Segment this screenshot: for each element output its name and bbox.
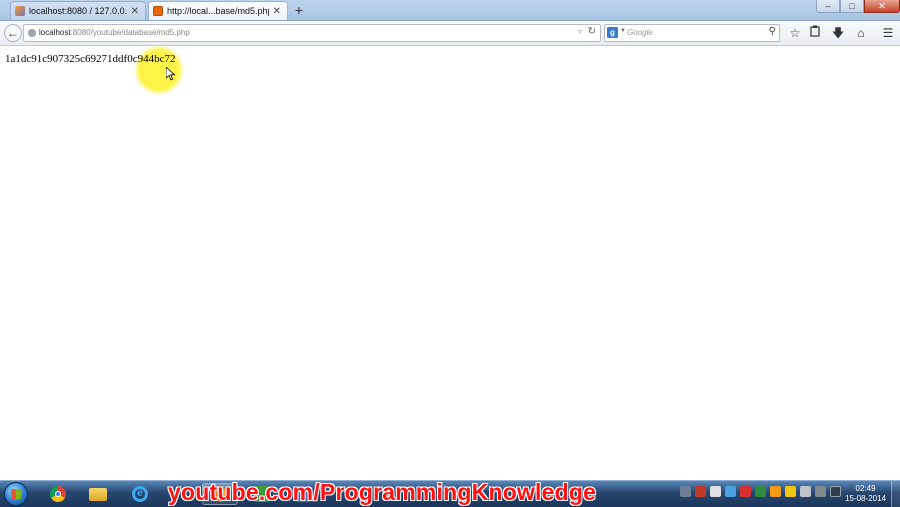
show-desktop-button[interactable]: [891, 481, 900, 507]
tab-strip: localhost:8080 / 127.0.0.1 / ... ✕ http:…: [0, 0, 900, 21]
tray-icon[interactable]: [740, 486, 751, 497]
tray-icon[interactable]: [725, 486, 736, 497]
channel-watermark: youtube.com/ProgrammingKnowledge: [168, 479, 597, 505]
phpmyadmin-favicon-icon: [15, 6, 25, 16]
folder-icon: [89, 487, 107, 501]
network-icon[interactable]: [815, 486, 826, 497]
system-clock[interactable]: 02:49 15-08-2014: [845, 484, 886, 504]
tab-close-icon[interactable]: ✕: [131, 6, 139, 17]
page-content: 1a1dc91c907325c69271ddf0c944bc72: [0, 45, 900, 480]
back-button[interactable]: ←: [4, 24, 22, 42]
google-search-engine-icon[interactable]: g: [607, 27, 618, 38]
tab-label: http://local...base/md5.php: [167, 6, 269, 16]
clock-date: 15-08-2014: [845, 494, 886, 503]
minimize-button[interactable]: –: [816, 0, 840, 13]
tray-icon[interactable]: [770, 486, 781, 497]
site-identity-icon[interactable]: [28, 29, 36, 37]
new-tab-button[interactable]: +: [292, 1, 306, 19]
tab-close-icon[interactable]: ✕: [273, 6, 281, 17]
tray-icon[interactable]: [785, 486, 796, 497]
url-text: localhost:8080/youtube/database/md5.php: [39, 28, 190, 37]
url-host: localhost: [39, 28, 71, 37]
taskbar-internet-explorer[interactable]: e: [122, 483, 158, 505]
back-arrow-icon: ←: [7, 26, 19, 40]
tray-icon[interactable]: [830, 486, 841, 497]
html-favicon-icon: [153, 6, 163, 16]
search-placeholder: Google: [627, 28, 653, 37]
bookmark-star-icon[interactable]: ☆: [786, 24, 804, 42]
downloads-arrow-icon[interactable]: 🡇: [829, 24, 847, 42]
tab-phpmyadmin[interactable]: localhost:8080 / 127.0.0.1 / ... ✕: [10, 1, 146, 20]
close-window-button[interactable]: ✕: [864, 0, 900, 13]
tray-icon[interactable]: [755, 486, 766, 497]
taskbar-explorer[interactable]: [80, 483, 116, 505]
reload-icon[interactable]: ↻: [588, 26, 596, 37]
tray-icon[interactable]: [710, 486, 721, 497]
taskbar-chrome[interactable]: [40, 483, 76, 505]
navigation-toolbar: ← localhost:8080/youtube/database/md5.ph…: [0, 21, 900, 46]
url-history-dropdown-icon[interactable]: ▿: [578, 27, 582, 36]
maximize-button[interactable]: □: [840, 0, 864, 13]
tray-icon[interactable]: [680, 486, 691, 497]
start-button[interactable]: [4, 482, 28, 506]
windows-logo-icon: [11, 489, 21, 499]
md5-hash-output: 1a1dc91c907325c69271ddf0c944bc72: [5, 53, 176, 65]
bookmarks-clipboard-icon[interactable]: [806, 24, 824, 42]
home-icon[interactable]: ⌂: [852, 24, 870, 42]
internet-explorer-icon: e: [132, 486, 148, 502]
search-bar[interactable]: g ▼ Google ⚲: [604, 24, 780, 42]
tray-icon[interactable]: [695, 486, 706, 497]
system-tray: [680, 486, 841, 497]
window-controls: – □ ✕: [816, 0, 900, 18]
chrome-icon: [50, 486, 66, 502]
menu-hamburger-icon[interactable]: ☰: [879, 24, 897, 42]
search-engine-dropdown-icon[interactable]: ▼: [620, 28, 626, 34]
search-icon[interactable]: ⚲: [769, 26, 776, 37]
volume-icon[interactable]: [800, 486, 811, 497]
tab-label: localhost:8080 / 127.0.0.1 / ...: [29, 6, 127, 16]
url-bar[interactable]: localhost:8080/youtube/database/md5.php …: [23, 24, 601, 42]
clock-time: 02:49: [855, 484, 876, 493]
tab-md5-php[interactable]: http://local...base/md5.php ✕: [148, 1, 288, 20]
url-path: :8080/youtube/database/md5.php: [70, 28, 190, 37]
